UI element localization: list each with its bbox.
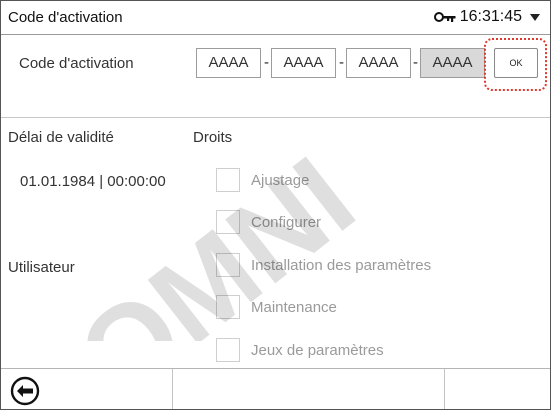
- code-field-4[interactable]: AAAA: [420, 48, 485, 78]
- checkbox[interactable]: [216, 338, 240, 362]
- footer-bar: [1, 368, 550, 409]
- right-item-configurer[interactable]: Configurer: [216, 209, 321, 235]
- validity-label: Délai de validité: [8, 129, 114, 146]
- right-item-label: Maintenance: [251, 298, 337, 316]
- checkbox[interactable]: [216, 253, 240, 277]
- code-separator: -: [264, 54, 269, 71]
- activation-code-screen: Code d'activation 16:31:45 Code d'activa…: [0, 0, 551, 410]
- clock-time: 16:31:45: [459, 8, 522, 25]
- code-field-1[interactable]: AAAA: [196, 48, 261, 78]
- divider: [1, 117, 550, 118]
- right-item-installation[interactable]: Installation des paramètres: [216, 252, 431, 278]
- validity-value: 01.01.1984 | 00:00:00: [20, 173, 166, 190]
- footer-divider: [172, 369, 173, 409]
- right-item-ajustage[interactable]: Ajustage: [216, 167, 309, 193]
- code-field-2[interactable]: AAAA: [271, 48, 336, 78]
- right-item-label: Jeux de paramètres: [251, 341, 384, 359]
- back-arrow-icon[interactable]: [10, 376, 40, 406]
- status-area[interactable]: 16:31:45: [433, 8, 540, 26]
- right-item-maintenance[interactable]: Maintenance: [216, 294, 337, 320]
- right-item-label: Configurer: [251, 213, 322, 231]
- rights-title: Droits: [193, 129, 233, 146]
- activation-code-label: Code d'activation: [19, 55, 134, 72]
- chevron-down-icon[interactable]: [530, 13, 540, 21]
- right-item-label: Ajustage: [251, 171, 310, 189]
- right-item-parameter-sets[interactable]: Jeux de paramètres: [216, 337, 384, 363]
- footer-divider: [444, 369, 445, 409]
- ok-button[interactable]: OK: [494, 48, 538, 78]
- user-label: Utilisateur: [8, 259, 75, 276]
- key-icon: [433, 12, 456, 22]
- page-title: Code d'activation: [8, 9, 123, 26]
- checkbox[interactable]: [216, 295, 240, 319]
- code-separator: -: [339, 54, 344, 71]
- right-item-label: Installation des paramètres: [251, 256, 432, 274]
- code-separator: -: [413, 54, 418, 71]
- checkbox[interactable]: [216, 168, 240, 192]
- checkbox[interactable]: [216, 210, 240, 234]
- code-field-3[interactable]: AAAA: [346, 48, 411, 78]
- title-bar: Code d'activation 16:31:45: [1, 1, 550, 35]
